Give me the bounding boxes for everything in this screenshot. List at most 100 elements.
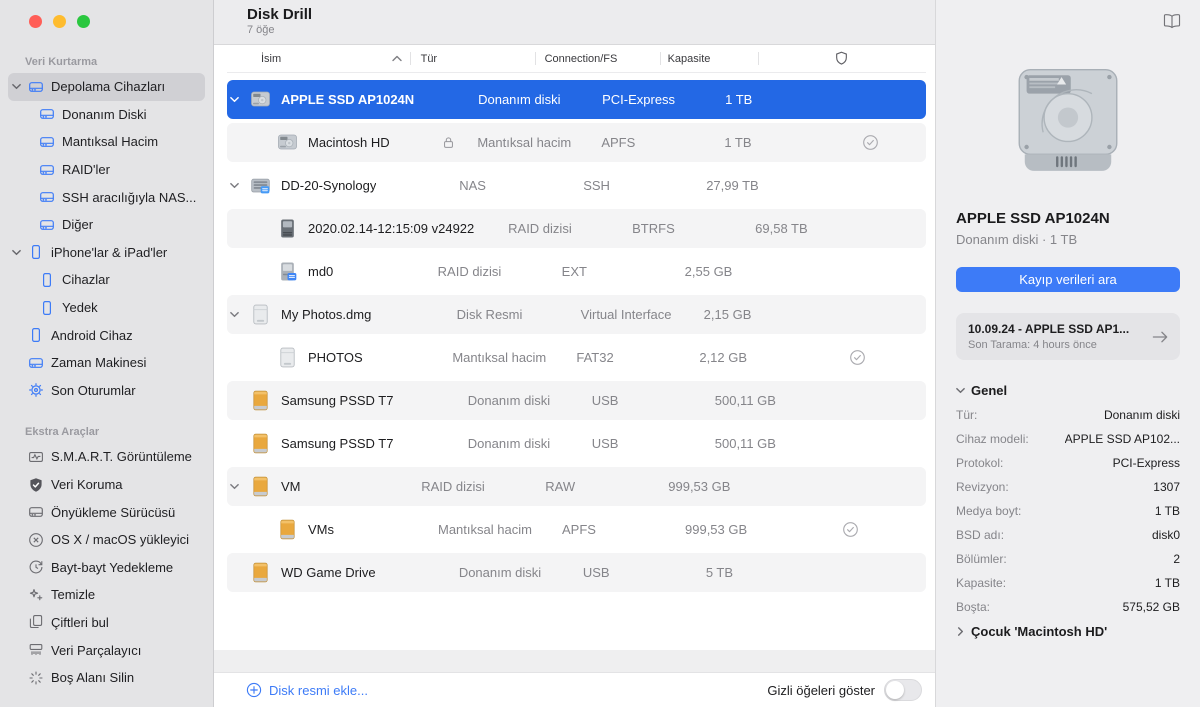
external-orange-drive-icon	[248, 432, 272, 456]
property-row: Revizyon: 1307	[956, 480, 1180, 494]
device-type: RAID dizisi	[437, 264, 502, 279]
table-row-my-photos-dmg[interactable]: My Photos.dmg Disk Resmi Virtual Interface…	[227, 295, 926, 334]
device-type: Donanım diski	[458, 565, 542, 580]
sidebar-item-bayt-bayt-yedekleme[interactable]: Bayt-bayt Yedekleme	[8, 554, 205, 582]
sidebar-item-label: Mantıksal Hacim	[62, 134, 159, 150]
property-value: 575,52 GB	[1122, 600, 1180, 614]
table-row-samsung-pssd-t7[interactable]: Samsung PSSD T7 Donanım diski USB 500,11 GB	[227, 381, 926, 420]
drive-icon	[27, 504, 44, 521]
table-row-wd-game-drive[interactable]: WD Game Drive Donanım diski USB 5 TB	[227, 553, 926, 592]
device-capacity: 2,55 GB	[684, 264, 733, 279]
property-label: Bölümler:	[956, 552, 1007, 566]
sidebar-item-label: Depolama Cihazları	[51, 79, 166, 95]
main-area: Disk Drill 7 öğe İsim Tür Connection/FS …	[214, 0, 935, 707]
column-header-type-label: Tür	[420, 52, 438, 65]
last-scan-title: 10.09.24 - APPLE SSD AP1...	[968, 322, 1130, 336]
sidebar-item-iftleri-bul[interactable]: Çiftleri bul	[8, 609, 205, 637]
device-connection: USB	[582, 565, 610, 580]
phone-icon	[27, 327, 44, 344]
add-disk-image-button[interactable]: Disk resmi ekle...	[246, 682, 368, 698]
sidebar-section-label: Ekstra Araçlar	[25, 426, 100, 439]
last-scan-card[interactable]: 10.09.24 - APPLE SSD AP1... Son Tarama: …	[956, 313, 1180, 360]
table-row-vms[interactable]: VMs Mantıksal hacim APFS 999,53 GB	[227, 510, 926, 549]
sidebar-item-os-x-macos-y-kleyici[interactable]: OS X / macOS yükleyici	[8, 526, 205, 554]
sidebar: Veri Kurtarma Depolama Cihazları Donanım D…	[0, 0, 214, 707]
internal-drive-icon	[248, 88, 272, 112]
sidebar-item-label: iPhone'lar & iPad'ler	[51, 244, 168, 260]
section-child-label: Çocuk 'Macintosh HD'	[971, 624, 1108, 639]
sidebar-item-cihazlar[interactable]: Cihazlar	[8, 266, 205, 294]
external-orange-drive-icon	[248, 475, 272, 499]
table-row-photos[interactable]: PHOTOS Mantıksal hacim FAT32 2,12 GB	[227, 338, 926, 377]
property-label: Medya boyt:	[956, 504, 1022, 518]
column-header-connection[interactable]: Connection/FS	[534, 45, 660, 72]
device-subtitle: Donanım diski · 1 TB	[956, 232, 1078, 247]
section-general[interactable]: Genel	[956, 383, 1180, 398]
sidebar-item-veri-koruma[interactable]: Veri Koruma	[8, 471, 205, 499]
property-value: 1 TB	[1154, 576, 1180, 590]
property-label: Tür:	[956, 408, 978, 422]
window-controls	[0, 0, 213, 42]
close-window-button[interactable]	[29, 15, 42, 28]
sidebar-item-label: Çiftleri bul	[51, 614, 109, 630]
chevron-down-icon[interactable]	[227, 95, 248, 104]
device-name-cell: VM	[248, 467, 410, 506]
column-header-name[interactable]: İsim	[227, 45, 410, 72]
table-row-samsung-pssd-t7[interactable]: Samsung PSSD T7 Donanım diski USB 500,11 GB	[227, 424, 926, 463]
sidebar-item-di-er[interactable]: Diğer	[8, 211, 205, 239]
sidebar-item-donan-m-diski[interactable]: Donanım Diski	[8, 101, 205, 129]
sidebar-item-s-m-a-r-t-g-r-nt-leme[interactable]: S.M.A.R.T. Görüntüleme	[8, 443, 205, 471]
sidebar-item-label: Diğer	[62, 217, 94, 233]
lock-icon	[443, 136, 454, 149]
sidebar-item-label: Donanım Diski	[62, 106, 147, 122]
shield-check-icon	[789, 349, 926, 366]
device-capacity: 1 TB	[725, 92, 753, 107]
drive-icon	[38, 216, 55, 233]
chevron-down-icon[interactable]	[227, 482, 248, 491]
column-header-protection[interactable]	[757, 45, 926, 72]
table-row-macintosh-hd[interactable]: Macintosh HD Mantıksal hacim APFS 1 TB	[227, 123, 926, 162]
sidebar-item-bo-alan-silin[interactable]: Boş Alanı Silin	[8, 664, 205, 692]
phone-icon	[38, 271, 55, 288]
sidebar-item-ssh-arac-l-yla-nas[interactable]: SSH aracılığıyla NAS...	[8, 183, 205, 211]
show-hidden-toggle[interactable]	[884, 679, 922, 701]
device-name: PHOTOS	[308, 350, 363, 365]
sidebar-item-ny-kleme-s-r-c-s[interactable]: Önyükleme Sürücüsü	[8, 498, 205, 526]
column-header-type[interactable]: Tür	[409, 45, 535, 72]
minimize-window-button[interactable]	[53, 15, 66, 28]
table-row-2020-02-14-12-15-09-v24922[interactable]: 2020.02.14-12:15:09 v24922 RAID dizisi BTR…	[227, 209, 926, 248]
scan-lost-data-button[interactable]: Kayıp verileri ara	[956, 267, 1180, 292]
sidebar-item-son-oturumlar[interactable]: Son Oturumlar	[8, 377, 205, 405]
chevron-down-icon[interactable]	[227, 310, 248, 319]
sidebar-item-yedek[interactable]: Yedek	[8, 294, 205, 322]
help-book-icon[interactable]	[1162, 13, 1182, 35]
sidebar-item-raid-ler[interactable]: RAID'ler	[8, 156, 205, 184]
chevron-down-icon[interactable]	[227, 181, 248, 190]
sidebar-item-zaman-makinesi[interactable]: Zaman Makinesi	[8, 349, 205, 377]
sidebar-item-veri-par-alay-c[interactable]: Veri Parçalayıcı	[8, 636, 205, 664]
table-row-apple-ssd-ap1024n[interactable]: APPLE SSD AP1024N Donanım diski PCI-Expres…	[227, 80, 926, 119]
external-orange-drive-icon	[275, 518, 299, 542]
device-connection: PCI-Express	[602, 92, 676, 107]
main-header: Disk Drill 7 öğe	[214, 0, 935, 45]
device-title: APPLE SSD AP1024N	[956, 210, 1110, 227]
sidebar-nav: Veri Kurtarma Depolama Cihazları Donanım D…	[0, 56, 213, 691]
table-row-dd-20-synology[interactable]: DD-20-Synology NAS SSH 27,99 TB	[227, 166, 926, 205]
sidebar-item-label: Temizle	[51, 587, 96, 603]
section-child-macintosh-hd[interactable]: Çocuk 'Macintosh HD'	[956, 624, 1180, 639]
sidebar-item-depolama-cihazlar[interactable]: Depolama Cihazları	[8, 73, 205, 101]
table-row-md0[interactable]: md0 RAID dizisi EXT 2,55 GB	[227, 252, 926, 291]
sidebar-item-iphone-lar-ipad-ler[interactable]: iPhone'lar & iPad'ler	[8, 239, 205, 267]
property-value: 1 TB	[1154, 504, 1180, 518]
property-row: Boşta: 575,52 GB	[956, 600, 1180, 614]
table-row-vm[interactable]: VM RAID dizisi RAW 999,53 GB	[227, 467, 926, 506]
device-name-cell: 2020.02.14-12:15:09 v24922	[248, 209, 497, 248]
property-value: 1307	[1153, 480, 1180, 494]
column-header-capacity[interactable]: Kapasite	[659, 45, 758, 72]
sidebar-item-temizle[interactable]: Temizle	[8, 581, 205, 609]
sidebar-item-mant-ksal-hacim[interactable]: Mantıksal Hacim	[8, 128, 205, 156]
sidebar-item-android-cihaz[interactable]: Android Cihaz	[8, 321, 205, 349]
zoom-window-button[interactable]	[77, 15, 90, 28]
shredder-icon	[27, 642, 44, 659]
drive-icon	[38, 161, 55, 178]
